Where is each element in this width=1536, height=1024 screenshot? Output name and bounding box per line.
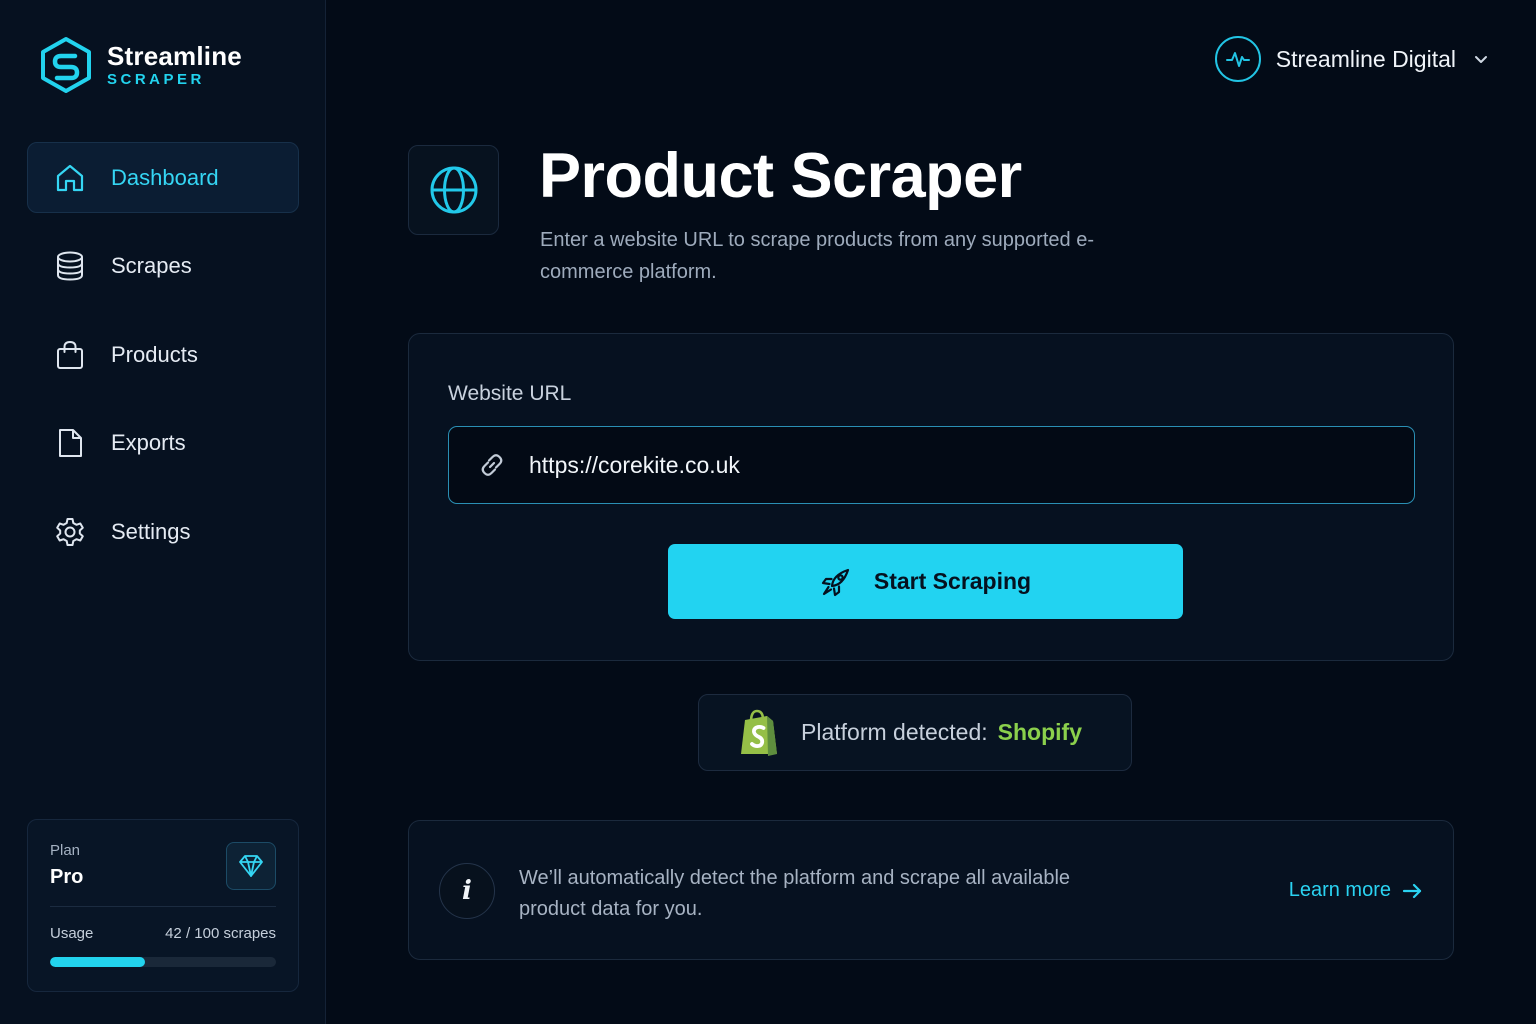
url-field[interactable] <box>448 426 1415 504</box>
diamond-icon <box>239 855 263 877</box>
info-icon: i <box>439 863 495 919</box>
platform-name: Shopify <box>997 719 1082 745</box>
link-icon <box>481 454 503 476</box>
sidebar-item-label: Scrapes <box>111 253 192 278</box>
sidebar-item-label: Settings <box>111 518 191 544</box>
sidebar-item-products[interactable]: Products <box>27 319 299 390</box>
chevron-down-icon <box>1475 56 1487 63</box>
globe-icon <box>430 166 477 214</box>
info-text: We’ll automatically detect the platform … <box>519 867 1071 920</box>
plan-value: Pro <box>50 866 84 888</box>
usage-label: Usage <box>50 925 94 942</box>
usage-progress-fill <box>50 957 145 967</box>
account-name: Streamline Digital <box>1275 45 1456 72</box>
sidebar-item-settings[interactable]: Settings <box>27 496 299 567</box>
website-url-label: Website URL <box>448 382 572 405</box>
plan-card: Plan Pro Usage 42 / 100 scrapes <box>27 819 299 992</box>
plan-divider <box>50 906 276 907</box>
shopify-bag-icon <box>741 709 777 756</box>
usage-count: 42 / 100 scrapes <box>165 925 276 942</box>
shopping-bag-icon <box>54 339 86 371</box>
arrow-right-icon <box>1402 883 1422 898</box>
usage-progress-bar <box>50 957 276 967</box>
sidebar-item-scrapes[interactable]: Scrapes <box>27 231 299 302</box>
gear-icon <box>54 516 86 548</box>
sidebar-item-exports[interactable]: Exports <box>27 408 299 479</box>
page-title: Product Scraper <box>539 141 1022 211</box>
platform-detected-badge: Platform detected: Shopify <box>698 694 1132 771</box>
scrape-form-card: Website URL Start Scraping <box>408 333 1454 661</box>
file-icon <box>54 427 86 459</box>
platform-detected-label: Platform detected: <box>801 719 988 745</box>
learn-more-label: Learn more <box>1288 879 1391 901</box>
account-avatar <box>1214 36 1261 82</box>
brand-logo[interactable]: Streamline SCRAPER <box>40 36 242 94</box>
learn-more-link[interactable]: Learn more <box>1289 879 1423 902</box>
streamline-logo-icon <box>41 37 91 93</box>
plan-label: Plan <box>50 842 81 859</box>
brand-name: Streamline <box>107 41 242 71</box>
rocket-icon <box>821 568 849 596</box>
page-icon <box>408 145 499 235</box>
start-scraping-button[interactable]: Start Scraping <box>668 544 1183 619</box>
sidebar-item-label: Dashboard <box>111 164 219 190</box>
page-description: Enter a website URL to scrape products f… <box>540 229 1094 283</box>
info-card: i We’ll automatically detect the platfor… <box>408 820 1454 960</box>
sidebar-item-dashboard[interactable]: Dashboard <box>27 142 299 213</box>
home-icon <box>54 162 86 194</box>
upgrade-plan-button[interactable] <box>226 842 276 890</box>
database-icon <box>54 250 86 282</box>
sidebar: Streamline SCRAPER Dashboard Scrapes Pro… <box>0 0 326 1024</box>
sidebar-item-label: Exports <box>111 430 186 455</box>
start-scraping-label: Start Scraping <box>873 568 1032 594</box>
brand-subtitle: SCRAPER <box>107 71 205 88</box>
activity-pulse-icon <box>1225 52 1250 67</box>
sidebar-item-label: Products <box>111 341 198 367</box>
account-menu[interactable]: Streamline Digital <box>1214 36 1490 82</box>
sidebar-nav: Dashboard Scrapes Products Exports Setti… <box>27 142 299 585</box>
website-url-input[interactable] <box>529 451 1414 479</box>
